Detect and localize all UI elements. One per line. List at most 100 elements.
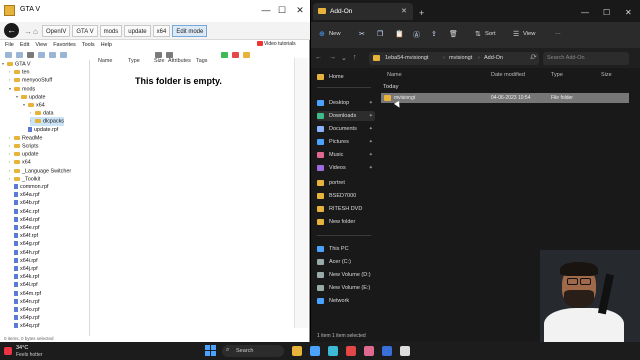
add-icon[interactable] bbox=[221, 52, 228, 58]
edit-mode-button[interactable]: Edit mode bbox=[172, 25, 208, 37]
nav-item[interactable]: Home bbox=[317, 72, 375, 82]
nav-item[interactable]: New folder bbox=[317, 217, 375, 227]
address-bar[interactable]: 1eba54-mvisiongt › mvisiongt › Add-On ⌄ bbox=[369, 52, 539, 65]
close-tab-icon[interactable]: ✕ bbox=[401, 7, 407, 15]
tree-item[interactable]: x64j.rpf bbox=[9, 265, 38, 273]
column-size[interactable]: Size bbox=[601, 72, 612, 78]
start-icon[interactable] bbox=[205, 345, 216, 356]
view-icon[interactable]: ☰ bbox=[513, 30, 519, 38]
up-icon[interactable]: ⌂ bbox=[33, 27, 38, 36]
new-button[interactable]: New bbox=[329, 31, 341, 37]
tree-item[interactable]: x64k.rpf bbox=[9, 273, 39, 281]
nav-item[interactable]: This PC bbox=[317, 244, 375, 254]
store-icon[interactable] bbox=[310, 346, 320, 356]
menu-view[interactable]: View bbox=[35, 40, 47, 50]
tree-item[interactable]: x64n.rpf bbox=[9, 298, 39, 306]
list-icon[interactable] bbox=[49, 52, 56, 58]
chrome-icon[interactable] bbox=[346, 346, 356, 356]
openiv-titlebar[interactable]: GTA V — ☐ ✕ bbox=[0, 0, 310, 22]
rename-icon[interactable]: Ⓐ bbox=[413, 30, 420, 40]
tree-item[interactable]: › dlcpacks bbox=[30, 117, 64, 126]
menu-tools[interactable]: Tools bbox=[82, 40, 95, 50]
tree-item[interactable]: ▾ GTA V bbox=[2, 60, 30, 68]
tree-item[interactable]: x64m.rpf bbox=[9, 290, 41, 298]
paste-icon[interactable] bbox=[16, 52, 23, 58]
tree-item[interactable]: › ten bbox=[9, 68, 30, 76]
nav-item[interactable]: Documents ✦ bbox=[317, 124, 375, 134]
more-button[interactable]: ··· bbox=[555, 31, 561, 37]
column-type[interactable]: Type bbox=[128, 58, 140, 64]
forward-icon[interactable]: → bbox=[329, 54, 336, 61]
close-button[interactable]: ✕ bbox=[294, 4, 306, 16]
tree-item[interactable]: › x64 bbox=[9, 158, 31, 166]
delete-icon[interactable] bbox=[232, 52, 239, 58]
tree-item[interactable]: x64h.rpf bbox=[9, 249, 39, 257]
view-button[interactable]: View bbox=[523, 31, 535, 37]
column-name[interactable]: Name bbox=[387, 72, 402, 78]
minimize-button[interactable]: — bbox=[581, 8, 589, 17]
close-button[interactable]: ✕ bbox=[625, 8, 632, 17]
nav-item[interactable]: Desktop ✦ bbox=[317, 98, 375, 108]
nav-item[interactable]: New Volume (E:) bbox=[317, 283, 375, 293]
share-icon[interactable]: ⇪ bbox=[431, 30, 437, 38]
column-date-modified[interactable]: Date modified bbox=[491, 72, 525, 78]
menu-help[interactable]: Help bbox=[101, 40, 112, 50]
tree-item[interactable]: › update bbox=[9, 150, 39, 158]
view-icon[interactable] bbox=[38, 52, 45, 58]
menu-edit[interactable]: Edit bbox=[20, 40, 29, 50]
tree-item[interactable]: x64f.rpf bbox=[9, 232, 38, 240]
word-icon[interactable] bbox=[382, 346, 392, 356]
nav-item[interactable]: Videos ✦ bbox=[317, 163, 375, 173]
column-attributes[interactable]: Attributes bbox=[168, 58, 191, 64]
breadcrumb-mods[interactable]: mods bbox=[99, 25, 123, 37]
properties-icon[interactable] bbox=[27, 52, 34, 58]
minimize-button[interactable]: — bbox=[260, 4, 272, 16]
path-segment-1[interactable]: 1eba54-mvisiongt bbox=[385, 55, 428, 61]
tree-item[interactable]: x64g.rpf bbox=[9, 240, 39, 248]
tree-item[interactable]: x64a.rpf bbox=[9, 191, 39, 199]
tree-item[interactable]: x64l.rpf bbox=[9, 281, 38, 289]
nav-item[interactable]: Network bbox=[317, 296, 375, 306]
column-type[interactable]: Type bbox=[551, 72, 563, 78]
openiv-icon[interactable] bbox=[400, 346, 410, 356]
column-tags[interactable]: Tags bbox=[196, 58, 207, 64]
breadcrumb-openiv[interactable]: OpenIV bbox=[42, 25, 71, 37]
sort-button[interactable]: Sort bbox=[485, 31, 496, 37]
nav-item[interactable]: RITESH DVD bbox=[317, 204, 375, 214]
delete-icon[interactable]: 🗑 bbox=[449, 30, 458, 38]
cut-icon[interactable]: ✂ bbox=[359, 30, 365, 38]
tree-item[interactable]: › data bbox=[30, 109, 54, 117]
nav-item[interactable]: BSED7000 bbox=[317, 191, 375, 201]
edge-icon[interactable] bbox=[328, 346, 338, 356]
tree-item[interactable]: ▾ mods bbox=[9, 85, 35, 93]
menu-file[interactable]: File bbox=[5, 40, 14, 50]
back-icon[interactable]: ← bbox=[315, 54, 322, 61]
chevron-down-icon[interactable]: ⌄ bbox=[341, 54, 347, 62]
copy-icon[interactable]: ❐ bbox=[377, 30, 383, 38]
new-icon[interactable]: ⊕ bbox=[319, 30, 325, 38]
column-size[interactable]: Size bbox=[154, 58, 165, 64]
new-tab-icon[interactable]: + bbox=[419, 8, 424, 18]
maximize-button[interactable]: ☐ bbox=[276, 4, 288, 16]
tree-item[interactable]: x64p.rpf bbox=[9, 314, 39, 322]
photos-icon[interactable] bbox=[364, 346, 374, 356]
tree-item[interactable]: update.rpf bbox=[23, 126, 58, 134]
refresh-icon[interactable]: ⟳ bbox=[531, 53, 537, 61]
search-input[interactable]: Search Add-On bbox=[543, 52, 629, 65]
tree-item[interactable]: x64i.rpf bbox=[9, 257, 38, 265]
tree-item[interactable]: x64e.rpf bbox=[9, 224, 39, 232]
details-icon[interactable] bbox=[60, 52, 67, 58]
taskbar-search[interactable]: ⌕ Search bbox=[222, 345, 284, 357]
tree-item[interactable]: x64o.rpf bbox=[9, 306, 39, 314]
breadcrumb-gtav[interactable]: GTA V bbox=[72, 25, 98, 37]
nav-item[interactable]: Downloads ✦ bbox=[317, 111, 375, 121]
copy-icon[interactable] bbox=[5, 52, 12, 58]
breadcrumb-update[interactable]: update bbox=[124, 25, 151, 37]
new-folder-icon[interactable] bbox=[243, 52, 250, 58]
nav-item[interactable]: New Volume (D:) bbox=[317, 270, 375, 280]
tree-item[interactable]: › ReadMe bbox=[9, 134, 42, 142]
paste-icon[interactable]: 📋 bbox=[395, 30, 404, 38]
path-segment-2[interactable]: mvisiongt bbox=[449, 55, 472, 61]
tab-add-on[interactable]: Add-On ✕ bbox=[313, 3, 413, 20]
menu-favorites[interactable]: Favorites bbox=[53, 40, 76, 50]
